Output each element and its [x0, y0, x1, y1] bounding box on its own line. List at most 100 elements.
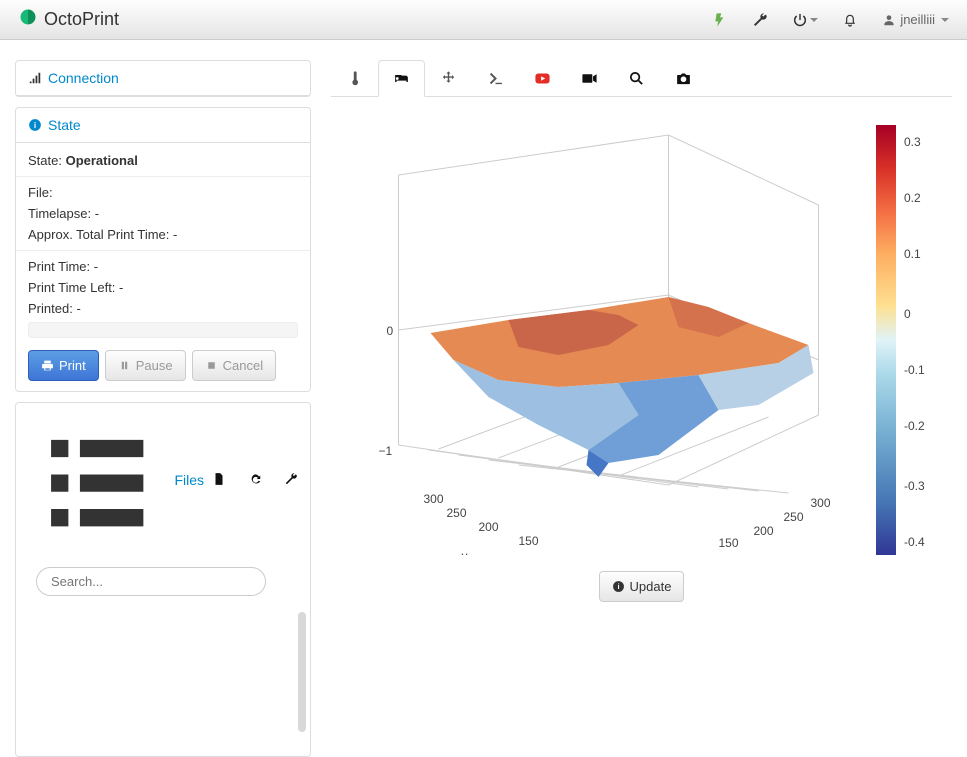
state-label: State: — [28, 153, 62, 168]
svg-text:i: i — [617, 582, 619, 591]
print-time-value: - — [94, 259, 98, 274]
pause-button[interactable]: Pause — [105, 350, 186, 381]
printed-value: - — [76, 301, 80, 316]
colorbar-tick: 0.3 — [904, 135, 921, 149]
files-search — [26, 567, 300, 596]
svg-text:−1: −1 — [379, 444, 393, 458]
tab-body: 0 −1 300 250 200 150 y 300 250 200 150 x — [331, 97, 952, 637]
colorbar-tick: 0.1 — [904, 247, 921, 261]
colorbar-tick: 0.2 — [904, 191, 921, 205]
bolt-icon[interactable] — [712, 12, 728, 28]
files-list — [16, 606, 310, 756]
signal-icon — [28, 71, 42, 85]
state-header[interactable]: i State — [16, 108, 310, 143]
bed-level-chart[interactable]: 0 −1 300 250 200 150 y 300 250 200 150 x — [341, 115, 942, 555]
info-icon: i — [612, 580, 625, 593]
tab-bedlevel[interactable] — [378, 60, 425, 97]
colorbar-tick: 0 — [904, 307, 911, 321]
chevron-down-icon — [941, 18, 949, 22]
scrollbar[interactable] — [298, 612, 306, 732]
bed-icon — [393, 70, 410, 87]
approx-label: Approx. Total Print Time: — [28, 227, 169, 242]
files-header[interactable]: Files — [16, 403, 310, 557]
y-axis-label: y — [462, 549, 468, 555]
search-input[interactable] — [36, 567, 266, 596]
colorbar-tick: -0.4 — [904, 535, 925, 549]
sidebar: Connection i State State: Operational Fi… — [15, 60, 311, 637]
navbar: OctoPrint jneilliii — [0, 0, 967, 40]
username: jneilliii — [900, 12, 935, 27]
file-icon[interactable] — [212, 472, 226, 489]
power-icon[interactable] — [792, 12, 818, 28]
tab-webcam[interactable] — [566, 60, 613, 96]
tab-youtube[interactable] — [519, 60, 566, 96]
svg-text:200: 200 — [754, 524, 774, 538]
cancel-label: Cancel — [223, 358, 263, 373]
cancel-button[interactable]: Cancel — [192, 350, 276, 381]
svg-text:150: 150 — [719, 536, 739, 550]
svg-text:i: i — [34, 121, 36, 130]
print-icon — [41, 359, 54, 372]
tabs — [331, 60, 952, 97]
camera-icon — [675, 70, 692, 87]
colorbar-tick: -0.2 — [904, 419, 925, 433]
nav-icons: jneilliii — [712, 12, 949, 28]
tab-temperature[interactable] — [331, 60, 378, 96]
svg-text:250: 250 — [784, 510, 804, 524]
connection-panel: Connection — [15, 60, 311, 97]
search-icon — [628, 70, 645, 87]
info-icon: i — [28, 118, 42, 132]
colorbar: 0.3 0.2 0.1 0 -0.1 -0.2 -0.3 -0.4 — [876, 125, 916, 555]
connection-header[interactable]: Connection — [16, 61, 310, 96]
youtube-icon — [534, 70, 551, 87]
thermometer-icon — [346, 70, 363, 87]
connection-title: Connection — [48, 70, 119, 86]
move-icon — [440, 70, 457, 87]
print-time-left-value: - — [119, 280, 123, 295]
print-time-label: Print Time: — [28, 259, 90, 274]
tab-search[interactable] — [613, 60, 660, 96]
print-time-left-label: Print Time Left: — [28, 280, 115, 295]
progress-bar — [28, 322, 298, 338]
svg-text:300: 300 — [811, 496, 831, 510]
state-value: Operational — [66, 153, 138, 168]
state-title: State — [48, 117, 81, 133]
surface-plot[interactable]: 0 −1 300 250 200 150 y 300 250 200 150 x — [341, 115, 856, 555]
brand[interactable]: OctoPrint — [18, 7, 119, 32]
tab-control[interactable] — [425, 60, 472, 96]
refresh-icon[interactable] — [248, 472, 262, 489]
svg-text:0: 0 — [387, 324, 394, 338]
brand-text: OctoPrint — [44, 9, 119, 30]
svg-text:200: 200 — [479, 520, 499, 534]
user-menu[interactable]: jneilliii — [882, 12, 949, 27]
file-label: File: — [28, 185, 53, 200]
timelapse-value: - — [95, 206, 99, 221]
files-title: Files — [174, 472, 204, 488]
wrench-icon[interactable] — [284, 472, 298, 489]
colorbar-tick: -0.1 — [904, 363, 925, 377]
files-panel: Files — [15, 402, 311, 757]
user-icon — [882, 13, 896, 27]
update-label: Update — [630, 579, 672, 594]
print-button[interactable]: Print — [28, 350, 99, 381]
svg-text:300: 300 — [424, 492, 444, 506]
print-label: Print — [59, 358, 86, 373]
state-panel: i State State: Operational File: Timelap… — [15, 107, 311, 392]
stop-icon — [205, 359, 218, 372]
update-button[interactable]: i Update — [599, 571, 685, 602]
state-body: State: Operational File: Timelapse: - Ap… — [16, 143, 310, 391]
pause-label: Pause — [136, 358, 173, 373]
x-axis-label: x — [797, 552, 803, 555]
pause-icon — [118, 359, 131, 372]
svg-text:150: 150 — [519, 534, 539, 548]
wrench-icon[interactable] — [752, 12, 768, 28]
chevron-down-icon — [810, 18, 818, 22]
colorbar-tick: -0.3 — [904, 479, 925, 493]
list-icon — [28, 411, 166, 549]
tab-terminal[interactable] — [472, 60, 519, 96]
timelapse-label: Timelapse: — [28, 206, 91, 221]
terminal-icon — [487, 70, 504, 87]
octoprint-logo-icon — [18, 7, 38, 32]
tab-camera[interactable] — [660, 60, 707, 96]
bell-icon[interactable] — [842, 12, 858, 28]
